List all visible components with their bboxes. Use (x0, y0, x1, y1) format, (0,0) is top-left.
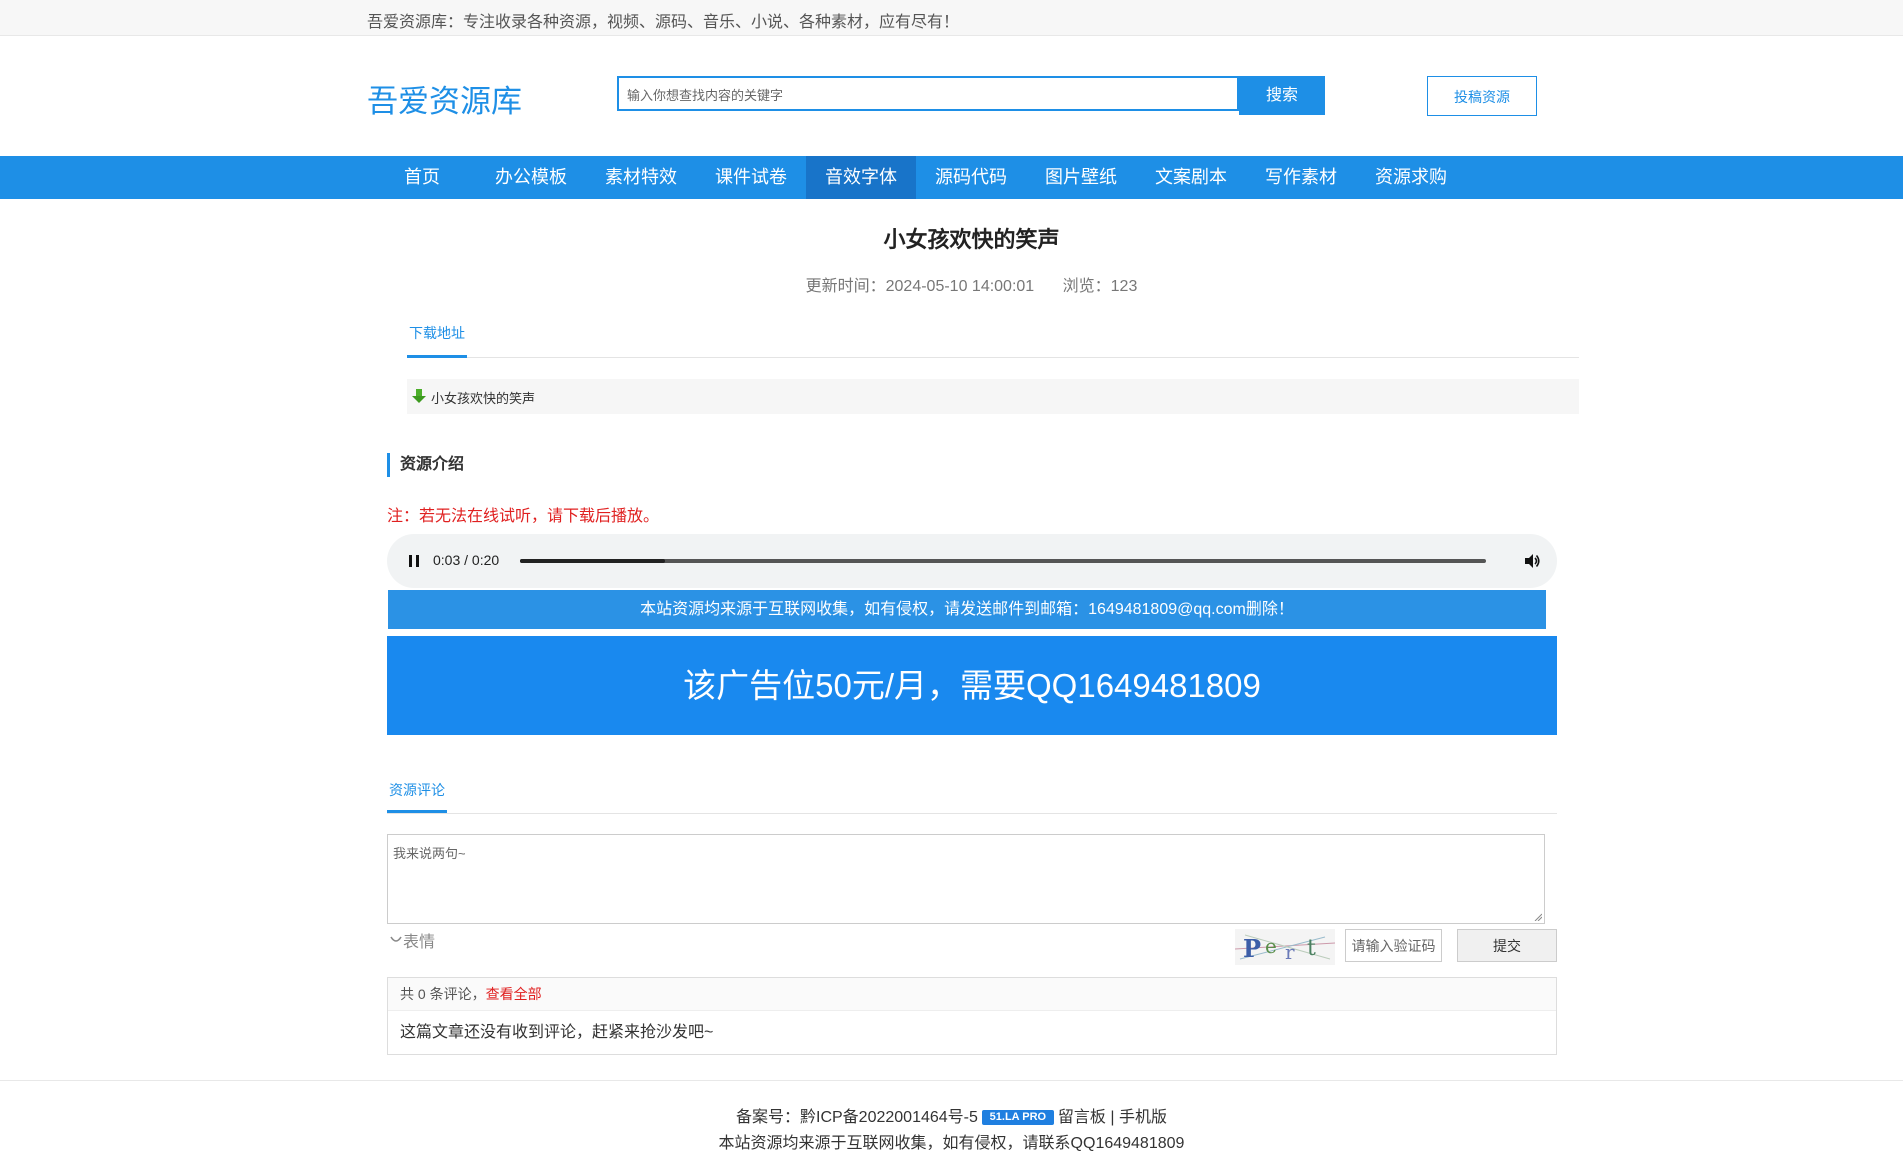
captcha-image[interactable]: P e r t (1235, 929, 1335, 965)
comment-tabs: 资源评论 (387, 777, 1557, 814)
comment-placeholder: 我来说两句~ (393, 846, 466, 861)
view-all-link[interactable]: 查看全部 (486, 986, 542, 1002)
submit-resource-button[interactable]: 投稿资源 (1427, 76, 1537, 116)
copyright-notice: 本站资源均来源于互联网收集，如有侵权，请发送邮件到邮箱：1649481809@q… (388, 590, 1546, 629)
nav-item-source-code[interactable]: 源码代码 (916, 156, 1026, 199)
comment-count: 共 0 条评论， (400, 986, 486, 1002)
nav-item-sound-fonts[interactable]: 音效字体 (806, 156, 916, 199)
empty-comments-message: 这篇文章还没有收到评论，赶紧来抢沙发吧~ (400, 1024, 714, 1041)
nav-item-office-templates[interactable]: 办公模板 (476, 156, 586, 199)
article-meta: 更新时间：2024-05-10 14:00:01 浏览：123 (0, 272, 1903, 296)
svg-text:r: r (1285, 940, 1295, 964)
site-logo[interactable]: 吾爱资源库 (367, 76, 522, 121)
download-arrow-icon (412, 389, 426, 403)
footer-links: 备案号：黔ICP备2022001464号-5 51.LA PRO 留言板 | 手机版 (0, 1103, 1903, 1127)
download-item-label: 小女孩欢快的笑声 (431, 391, 536, 406)
updated-time: 更新时间：2024-05-10 14:00:01 (805, 278, 1035, 295)
view-count: 浏览：123 (1062, 278, 1138, 295)
download-item[interactable]: 小女孩欢快的笑声 (407, 379, 1579, 414)
nav-item-writing-materials[interactable]: 写作素材 (1246, 156, 1356, 199)
search-button[interactable]: 搜索 (1239, 76, 1325, 115)
page-title: 小女孩欢快的笑声 (883, 227, 1060, 252)
mobile-link[interactable]: 手机版 (1119, 1109, 1167, 1126)
nav-item-wallpapers[interactable]: 图片壁纸 (1026, 156, 1136, 199)
playback-note: 注：若无法在线试听，请下载后播放。 (387, 508, 660, 525)
ad-banner[interactable]: 该广告位50元/月，需要QQ1649481809 (387, 636, 1557, 735)
search-form: 输入你想查找内容的关键字 搜索 (617, 76, 1325, 115)
main-nav: 首页 办公模板 素材特效 课件试卷 音效字体 源码代码 图片壁纸 文案剧本 写作素材 资源求购 (0, 156, 1903, 199)
emoji-button[interactable]: 表情 (389, 928, 435, 952)
comment-count-bar: 共 0 条评论，查看全部 (388, 978, 1556, 1011)
site-tagline: 吾爱资源库：专注收录各种资源，视频、源码、音乐、小说、各种素材，应有尽有！ (367, 14, 960, 31)
comment-textarea[interactable]: 我来说两句~ (387, 834, 1545, 924)
footer: 备案号：黔ICP备2022001464号-5 51.LA PRO 留言板 | 手机版… (0, 1080, 1903, 1172)
captcha-input[interactable]: 请输入验证码 (1345, 929, 1442, 962)
nav-item-scripts[interactable]: 文案剧本 (1136, 156, 1246, 199)
download-tabs: 下载地址 (407, 316, 1579, 358)
tab-comments[interactable]: 资源评论 (387, 780, 447, 813)
nav-item-resource-requests[interactable]: 资源求购 (1356, 156, 1466, 199)
svg-text:t: t (1307, 936, 1316, 961)
audio-player: 0:03 / 0:20 (387, 534, 1557, 588)
pause-icon[interactable] (407, 553, 421, 569)
progress-fill (520, 559, 665, 563)
icp-record[interactable]: 备案号：黔ICP备2022001464号-5 (736, 1109, 978, 1126)
svg-text:P: P (1243, 934, 1261, 963)
header: 吾爱资源库 输入你想查找内容的关键字 搜索 投稿资源 (0, 36, 1903, 156)
guestbook-link[interactable]: 留言板 (1058, 1109, 1106, 1126)
tab-download[interactable]: 下载地址 (407, 323, 467, 358)
section-heading-intro: 资源介绍 (387, 453, 464, 477)
top-bar: 吾爱资源库：专注收录各种资源，视频、源码、音乐、小说、各种素材，应有尽有！ (0, 0, 1903, 36)
nav-item-material-effects[interactable]: 素材特效 (586, 156, 696, 199)
svg-text:e: e (1265, 934, 1277, 958)
nav-item-home[interactable]: 首页 (367, 156, 477, 199)
footer-disclaimer: 本站资源均来源于互联网收集，如有侵权，请联系QQ1649481809 (718, 1135, 1185, 1152)
nav-item-courseware[interactable]: 课件试卷 (696, 156, 806, 199)
emoji-label: 表情 (403, 934, 436, 951)
footer-separator: | (1110, 1109, 1115, 1126)
comment-submit-button[interactable]: 提交 (1457, 929, 1557, 962)
analytics-badge[interactable]: 51.LA PRO (981, 1110, 1054, 1125)
smile-icon (390, 936, 402, 942)
comment-list: 共 0 条评论，查看全部 这篇文章还没有收到评论，赶紧来抢沙发吧~ (387, 977, 1557, 1055)
progress-slider[interactable] (520, 559, 1486, 563)
volume-icon[interactable] (1523, 552, 1541, 570)
resize-handle-icon[interactable] (1534, 913, 1542, 921)
search-input[interactable]: 输入你想查找内容的关键字 (617, 76, 1239, 111)
playback-time: 0:03 / 0:20 (433, 552, 500, 568)
